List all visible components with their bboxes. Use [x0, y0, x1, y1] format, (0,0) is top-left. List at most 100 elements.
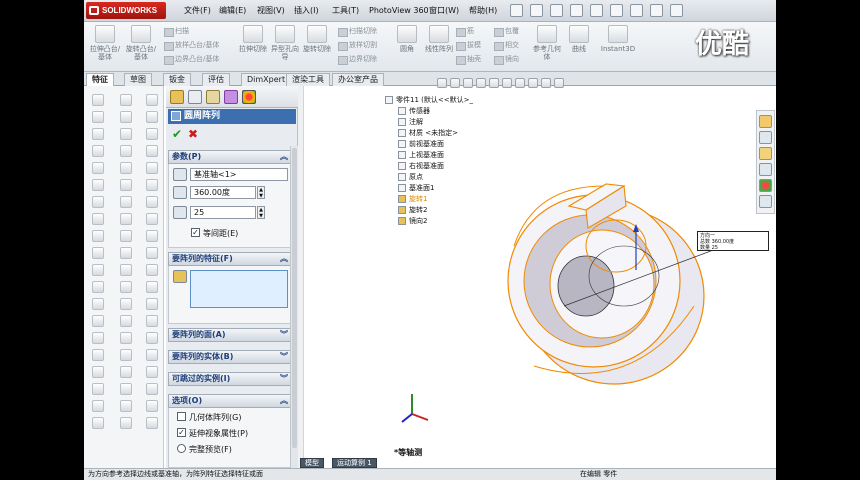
dimxpert-manager-icon[interactable]: [224, 90, 238, 104]
instant3d-button[interactable]: Instant3D: [596, 25, 640, 69]
sketch-tool-icon[interactable]: [92, 400, 104, 412]
tab-sketch[interactable]: 草图: [124, 73, 152, 86]
solidworks-logo[interactable]: SOLIDWORKS: [86, 2, 166, 19]
sketch-tool-icon[interactable]: [92, 247, 104, 259]
view-tool-icon[interactable]: [146, 128, 158, 140]
feature-tool-icon[interactable]: [120, 145, 132, 157]
propagate-visual-checkbox[interactable]: ✓: [177, 428, 186, 437]
sketch-tool-icon[interactable]: [92, 111, 104, 123]
edit-appearance-icon[interactable]: [528, 78, 538, 88]
view-tool-icon[interactable]: [146, 400, 158, 412]
save-icon[interactable]: [570, 4, 583, 17]
sketch-tool-icon[interactable]: [92, 264, 104, 276]
display-style-icon[interactable]: [502, 78, 512, 88]
sweep-button[interactable]: 扫描: [164, 26, 189, 37]
sketch-tool-icon[interactable]: [92, 332, 104, 344]
view-tool-icon[interactable]: [146, 196, 158, 208]
sketch-tool-icon[interactable]: [92, 230, 104, 242]
view-tool-icon[interactable]: [146, 366, 158, 378]
menu-tools[interactable]: 工具(T): [332, 3, 359, 19]
pattern-callout[interactable]: 方向一 总数 360.00度 数量 25: [697, 231, 769, 251]
tab-sheet-metal[interactable]: 钣金: [163, 73, 191, 86]
instances-to-skip-header[interactable]: 可跳过的实例(I) ︾: [168, 372, 292, 386]
view-tool-icon[interactable]: [146, 383, 158, 395]
view-tool-icon[interactable]: [146, 230, 158, 242]
menu-file[interactable]: 文件(F): [184, 3, 211, 19]
sketch-tool-icon[interactable]: [92, 366, 104, 378]
feature-tool-icon[interactable]: [120, 94, 132, 106]
view-tool-icon[interactable]: [146, 111, 158, 123]
tab-evaluate[interactable]: 评估: [202, 73, 230, 86]
feature-tool-icon[interactable]: [120, 400, 132, 412]
angle-input[interactable]: 360.00度: [190, 186, 256, 199]
sketch-tool-icon[interactable]: [92, 128, 104, 140]
apply-scene-icon[interactable]: [541, 78, 551, 88]
feature-tool-icon[interactable]: [120, 315, 132, 327]
view-tool-icon[interactable]: [146, 213, 158, 225]
hole-wizard-button[interactable]: 异型孔向导: [268, 25, 302, 69]
sketch-tool-icon[interactable]: [92, 298, 104, 310]
sketch-tool-icon[interactable]: [92, 145, 104, 157]
swept-cut-button[interactable]: 扫描切除: [338, 26, 377, 37]
faces-to-pattern-header[interactable]: 要阵列的面(A) ︾: [168, 328, 292, 342]
sketch-tool-icon[interactable]: [92, 213, 104, 225]
open-folder-icon[interactable]: [550, 4, 563, 17]
view-tool-icon[interactable]: [146, 94, 158, 106]
options-section-header[interactable]: 选项(O) ︽: [168, 394, 292, 408]
property-manager-icon[interactable]: [188, 90, 202, 104]
full-preview-radio[interactable]: [177, 444, 186, 453]
tab-model[interactable]: 模型: [300, 458, 324, 468]
bodies-to-pattern-header[interactable]: 要阵列的实体(B) ︾: [168, 350, 292, 364]
print-icon[interactable]: [590, 4, 603, 17]
view-tool-icon[interactable]: [146, 162, 158, 174]
undo-icon[interactable]: [610, 4, 623, 17]
menu-insert[interactable]: 插入(I): [294, 3, 319, 19]
pm-scrollbar-thumb[interactable]: [292, 148, 297, 448]
feature-tool-icon[interactable]: [120, 111, 132, 123]
instances-input[interactable]: 25: [190, 206, 256, 219]
curves-button[interactable]: 曲线: [562, 25, 596, 69]
pin-icon[interactable]: [510, 4, 523, 17]
feature-tool-icon[interactable]: [120, 162, 132, 174]
menu-photoview[interactable]: PhotoView 360: [369, 3, 429, 19]
model-preview[interactable]: [474, 146, 734, 386]
extrude-cut-button[interactable]: 拉伸切除: [236, 25, 270, 69]
new-document-icon[interactable]: [530, 4, 543, 17]
appearances-icon[interactable]: [759, 179, 772, 192]
sketch-tool-icon[interactable]: [92, 315, 104, 327]
equal-spacing-checkbox[interactable]: ✓: [191, 228, 200, 237]
boundary-boss-button[interactable]: 边界凸台/基体: [164, 54, 219, 65]
feature-tool-icon[interactable]: [120, 417, 132, 429]
reference-geometry-button[interactable]: 参考几何体: [530, 25, 564, 69]
feature-tool-icon[interactable]: [120, 264, 132, 276]
features-to-pattern-header[interactable]: 要阵列的特征(F) ︽: [168, 252, 292, 266]
feature-tool-icon[interactable]: [120, 281, 132, 293]
linear-pattern-button[interactable]: 线性阵列: [422, 25, 456, 69]
view-tool-icon[interactable]: [146, 298, 158, 310]
feature-tool-icon[interactable]: [120, 349, 132, 361]
extrude-boss-button[interactable]: 拉伸凸台/基体: [88, 25, 122, 69]
tree-item-origin[interactable]: 原点: [398, 173, 423, 181]
tab-motion-study[interactable]: 运动算例 1: [332, 458, 377, 468]
view-tool-icon[interactable]: [146, 264, 158, 276]
view-tool-icon[interactable]: [146, 281, 158, 293]
view-tool-icon[interactable]: [146, 145, 158, 157]
search-icon[interactable]: [759, 163, 772, 176]
view-tool-icon[interactable]: [146, 417, 158, 429]
intersect-button[interactable]: 相交: [494, 40, 519, 51]
options-icon[interactable]: [670, 4, 683, 17]
cancel-button[interactable]: ✖: [188, 127, 198, 141]
feature-tool-icon[interactable]: [120, 196, 132, 208]
shell-button[interactable]: 抽壳: [456, 54, 481, 65]
tree-item-revolve1[interactable]: 旋转1: [398, 195, 427, 203]
tab-render-tools[interactable]: 渲染工具: [286, 73, 330, 86]
parameters-section-header[interactable]: 参数(P) ︽: [168, 150, 292, 164]
pattern-axis-field[interactable]: 基准轴<1>: [190, 168, 288, 181]
loft-boss-button[interactable]: 放样凸台/基体: [164, 40, 219, 51]
tree-item-front-plane[interactable]: 前视基准面: [398, 140, 444, 148]
tree-item-material[interactable]: 材质 <未指定>: [398, 129, 458, 137]
hide-show-items-icon[interactable]: [515, 78, 525, 88]
menu-window[interactable]: 窗口(W): [429, 3, 459, 19]
view-tool-icon[interactable]: [146, 179, 158, 191]
feature-tool-icon[interactable]: [120, 247, 132, 259]
